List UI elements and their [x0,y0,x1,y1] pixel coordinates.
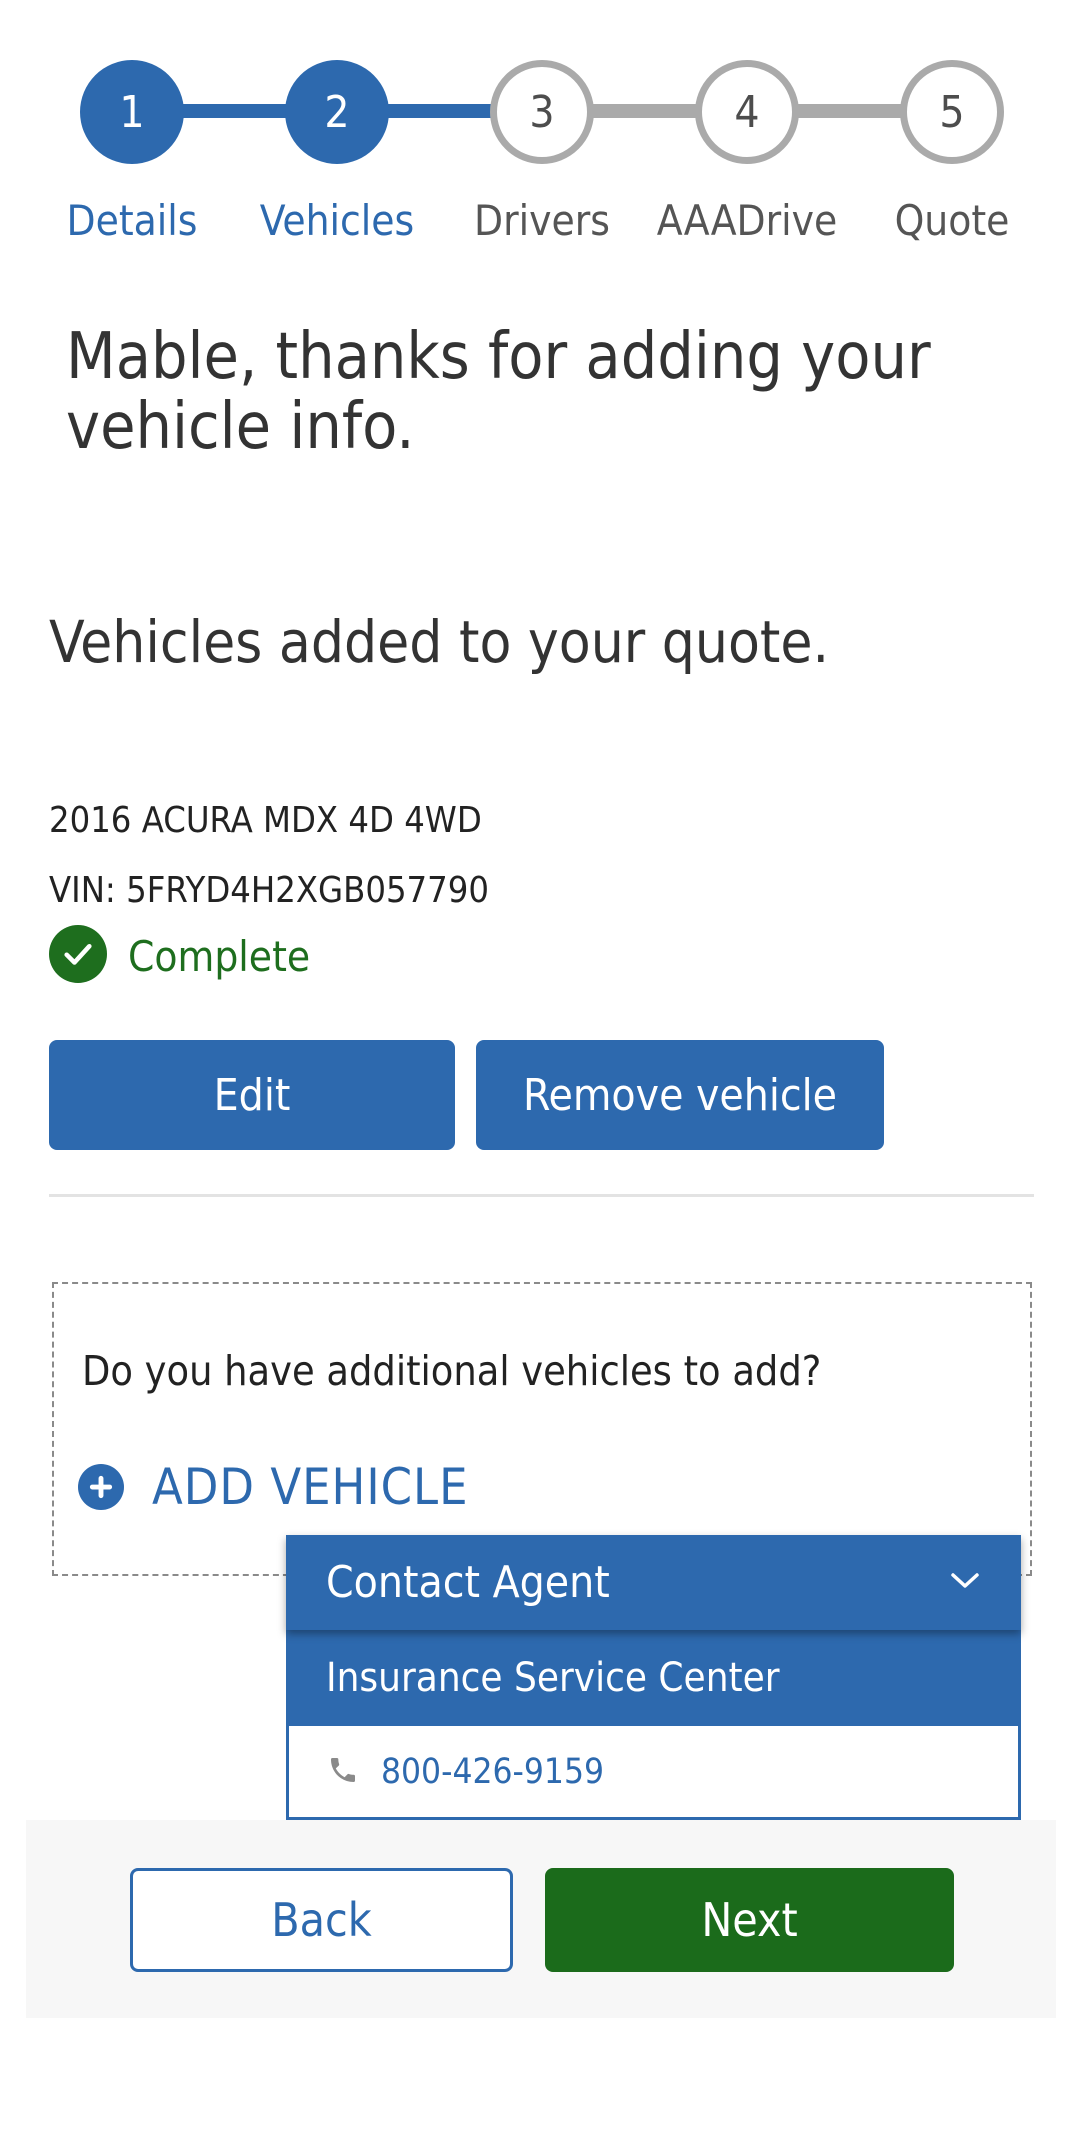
add-vehicle-label: ADD VEHICLE [152,1458,469,1516]
add-vehicle-button[interactable]: ADD VEHICLE [78,1458,469,1516]
contact-agent-toggle[interactable]: Contact Agent [286,1535,1021,1630]
plus-circle-icon [78,1464,124,1510]
vehicle-vin: VIN: 5FRYD4H2XGB057790 [49,870,489,911]
step-3-circle: 3 [490,60,594,164]
step-1-label[interactable]: Details [32,196,232,245]
vehicle-status: Complete [128,932,311,981]
add-vehicle-question: Do you have additional vehicles to add? [82,1347,822,1395]
chevron-down-icon [949,1571,981,1595]
step-4-circle: 4 [695,60,799,164]
service-center-label: Insurance Service Center [286,1630,1021,1726]
phone-icon [327,1754,359,1790]
step-3-label: Drivers [474,196,610,245]
phone-number[interactable]: 800-426-9159 [381,1752,604,1792]
add-vehicle-panel [52,1282,1032,1576]
step-2-label[interactable]: Vehicles [237,196,437,245]
check-circle-icon [49,925,107,983]
step-5-label: Quote [894,196,1010,245]
divider [49,1194,1034,1197]
step-1-circle[interactable]: 1 [80,60,184,164]
section-title: Vehicles added to your quote. [49,608,830,676]
remove-vehicle-button[interactable]: Remove vehicle [476,1040,884,1150]
contact-agent-title: Contact Agent [326,1557,610,1608]
greeting-heading: Mable, thanks for adding your vehicle in… [66,320,931,464]
step-2-circle[interactable]: 2 [285,60,389,164]
phone-link[interactable]: 800-426-9159 [286,1726,1021,1820]
contact-agent-widget: Contact Agent Insurance Service Center 8… [286,1535,1021,1820]
vehicle-name: 2016 ACURA MDX 4D 4WD [49,800,482,841]
step-5-circle: 5 [900,60,1004,164]
step-4-label: AAADrive [656,196,838,245]
next-button[interactable]: Next [545,1868,954,1972]
back-button[interactable]: Back [130,1868,513,1972]
edit-vehicle-button[interactable]: Edit [49,1040,455,1150]
